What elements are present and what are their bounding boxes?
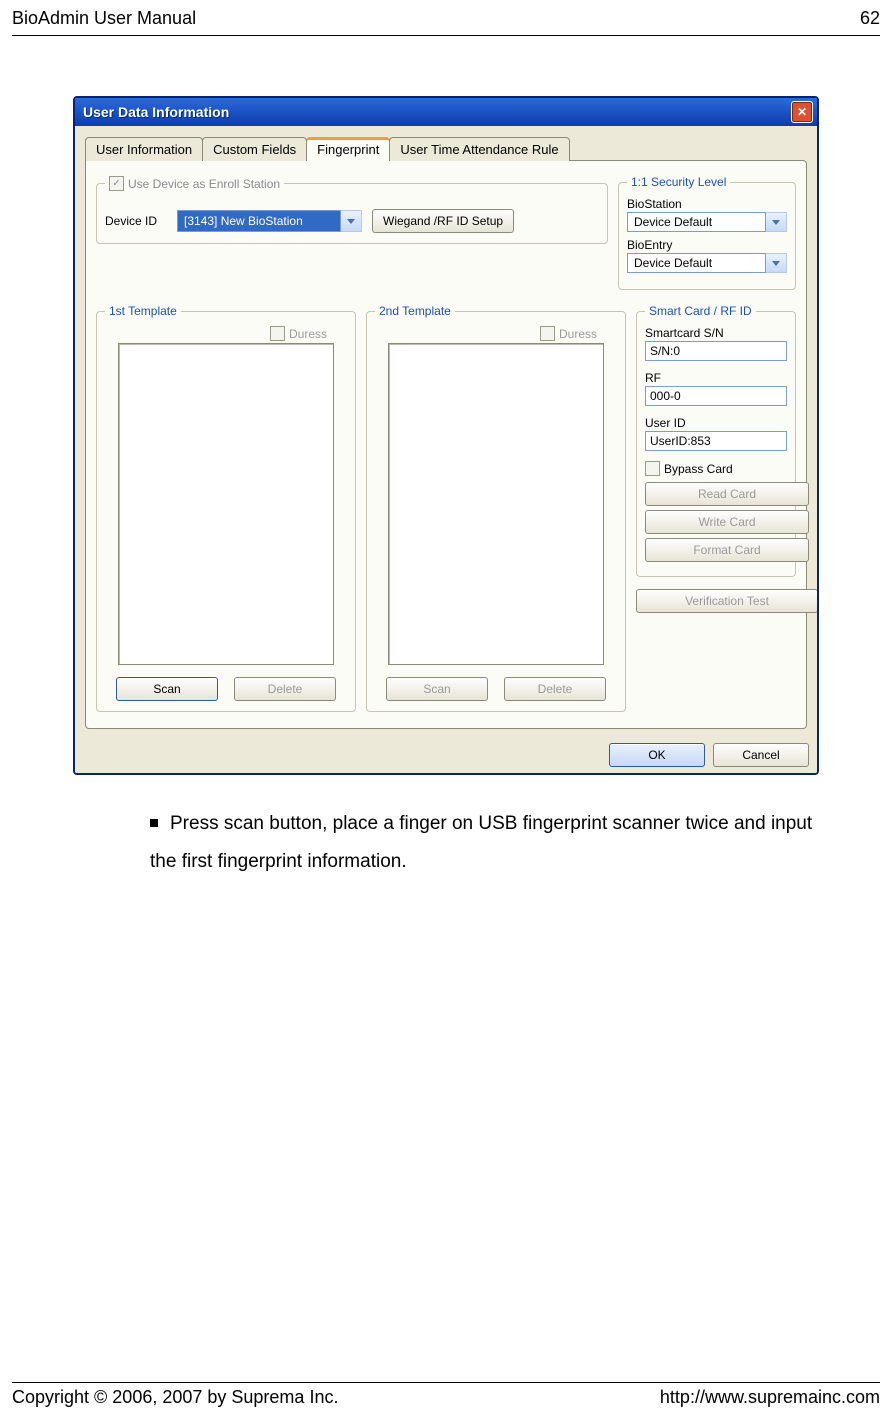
wiegand-rfid-setup-button[interactable]: Wiegand /RF ID Setup bbox=[372, 209, 514, 233]
page-number: 62 bbox=[860, 8, 880, 29]
device-id-value: [3143] New BioStation bbox=[177, 210, 341, 232]
duress1-label: Duress bbox=[289, 327, 327, 341]
fingerprint2-canvas bbox=[388, 343, 604, 665]
use-device-checkbox[interactable]: ✓ bbox=[109, 176, 124, 191]
smartcard-legend: Smart Card / RF ID bbox=[645, 304, 756, 318]
header-rule bbox=[12, 35, 880, 36]
read-card-button[interactable]: Read Card bbox=[645, 482, 809, 506]
smartcard-sn-label: Smartcard S/N bbox=[645, 326, 787, 340]
verification-test-button[interactable]: Verification Test bbox=[636, 589, 818, 613]
close-icon[interactable]: ✕ bbox=[791, 101, 813, 123]
device-id-combo[interactable]: [3143] New BioStation bbox=[177, 210, 362, 232]
tab-bar: User Information Custom Fields Fingerpri… bbox=[85, 136, 807, 160]
copyright-text: Copyright © 2006, 2007 by Suprema Inc. bbox=[12, 1387, 338, 1408]
bioentry-label: BioEntry bbox=[627, 238, 787, 252]
duress2-label: Duress bbox=[559, 327, 597, 341]
tab-panel-fingerprint: ✓ Use Device as Enroll Station Device ID… bbox=[85, 160, 807, 729]
delete1-button[interactable]: Delete bbox=[234, 677, 336, 701]
biostation-label: BioStation bbox=[627, 197, 787, 211]
cancel-button[interactable]: Cancel bbox=[713, 743, 809, 767]
biostation-combo[interactable]: Device Default bbox=[627, 212, 787, 232]
bullet-icon bbox=[150, 819, 158, 827]
scan2-button[interactable]: Scan bbox=[386, 677, 488, 701]
bypass-card-checkbox[interactable] bbox=[645, 461, 660, 476]
chevron-down-icon[interactable] bbox=[766, 253, 787, 273]
dialog-titlebar: User Data Information ✕ bbox=[75, 98, 817, 126]
first-template-group: 1st Template Duress Scan Delete bbox=[96, 304, 356, 712]
scan1-button[interactable]: Scan bbox=[116, 677, 218, 701]
use-device-label: Use Device as Enroll Station bbox=[128, 177, 280, 191]
user-id-label: User ID bbox=[645, 416, 787, 430]
user-id-field[interactable] bbox=[645, 431, 787, 451]
page-footer: Copyright © 2006, 2007 by Suprema Inc. h… bbox=[0, 1382, 892, 1420]
instruction-paragraph: Press scan button, place a finger on USB… bbox=[150, 805, 822, 881]
bioentry-value: Device Default bbox=[627, 253, 766, 273]
smartcard-sn-field[interactable] bbox=[645, 341, 787, 361]
delete2-button[interactable]: Delete bbox=[504, 677, 606, 701]
rf-field[interactable] bbox=[645, 386, 787, 406]
duress1-checkbox[interactable] bbox=[270, 326, 285, 341]
rf-label: RF bbox=[645, 371, 787, 385]
tab-time-attendance[interactable]: User Time Attendance Rule bbox=[389, 137, 569, 161]
fingerprint1-canvas bbox=[118, 343, 334, 665]
write-card-button[interactable]: Write Card bbox=[645, 510, 809, 534]
footer-url: http://www.supremainc.com bbox=[660, 1387, 880, 1408]
page-header: BioAdmin User Manual 62 bbox=[0, 0, 892, 33]
device-id-label: Device ID bbox=[105, 214, 167, 228]
bypass-card-label: Bypass Card bbox=[664, 462, 733, 476]
user-data-dialog: User Data Information ✕ User Information… bbox=[73, 96, 819, 775]
smartcard-group: Smart Card / RF ID Smartcard S/N RF User… bbox=[636, 304, 796, 577]
security-level-legend: 1:1 Security Level bbox=[627, 175, 730, 189]
format-card-button[interactable]: Format Card bbox=[645, 538, 809, 562]
biostation-value: Device Default bbox=[627, 212, 766, 232]
manual-title: BioAdmin User Manual bbox=[12, 8, 196, 29]
bioentry-combo[interactable]: Device Default bbox=[627, 253, 787, 273]
tab-fingerprint[interactable]: Fingerprint bbox=[306, 137, 390, 161]
security-level-group: 1:1 Security Level BioStation Device Def… bbox=[618, 175, 796, 290]
second-template-legend: 2nd Template bbox=[375, 304, 455, 318]
second-template-group: 2nd Template Duress Scan Delete bbox=[366, 304, 626, 712]
first-template-legend: 1st Template bbox=[105, 304, 181, 318]
tab-user-information[interactable]: User Information bbox=[85, 137, 203, 161]
footer-rule bbox=[12, 1382, 880, 1383]
enroll-station-group: ✓ Use Device as Enroll Station Device ID… bbox=[96, 175, 608, 244]
duress2-checkbox[interactable] bbox=[540, 326, 555, 341]
chevron-down-icon[interactable] bbox=[766, 212, 787, 232]
dialog-body: User Information Custom Fields Fingerpri… bbox=[75, 126, 817, 737]
ok-button[interactable]: OK bbox=[609, 743, 705, 767]
dialog-footer: OK Cancel bbox=[75, 737, 817, 773]
tab-custom-fields[interactable]: Custom Fields bbox=[202, 137, 307, 161]
chevron-down-icon[interactable] bbox=[341, 210, 362, 232]
dialog-title: User Data Information bbox=[83, 104, 229, 120]
instruction-text: Press scan button, place a finger on USB… bbox=[150, 813, 812, 872]
right-column: Smart Card / RF ID Smartcard S/N RF User… bbox=[636, 304, 796, 613]
